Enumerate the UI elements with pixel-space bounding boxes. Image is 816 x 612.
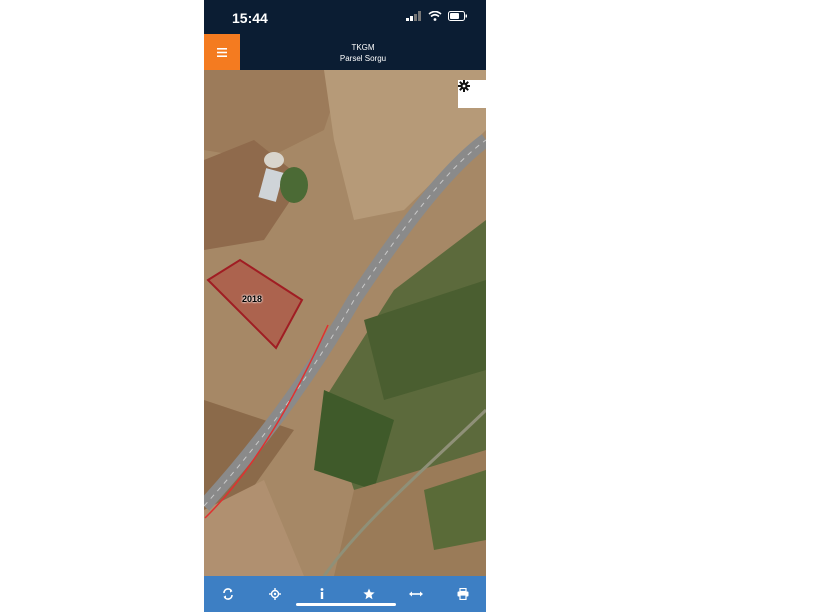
locate-button[interactable]: [263, 582, 287, 606]
app-header: TKGM Parsel Sorgu: [204, 34, 486, 70]
app-title: TKGM: [351, 43, 375, 52]
settings-button[interactable]: [458, 80, 486, 108]
measure-icon: [408, 591, 423, 597]
status-bar: 15:44: [204, 0, 486, 34]
locate-icon: [268, 588, 281, 600]
status-icons: [406, 11, 468, 21]
print-button[interactable]: [451, 582, 475, 606]
gear-icon: [458, 80, 470, 92]
header-titles: TKGM Parsel Sorgu: [240, 34, 486, 70]
signal-icon: [406, 11, 421, 21]
wifi-icon: [428, 11, 442, 21]
app-subtitle: Parsel Sorgu: [339, 54, 387, 63]
battery-icon: [448, 11, 467, 21]
satellite-imagery: [204, 70, 486, 576]
map-view[interactable]: 2018: [204, 70, 486, 576]
hamburger-icon: [217, 47, 227, 57]
bottom-toolbar: [204, 576, 486, 612]
menu-button[interactable]: [204, 34, 240, 70]
home-indicator: [296, 603, 396, 606]
measure-button[interactable]: [404, 582, 428, 606]
parcel-label[interactable]: 2018: [242, 294, 262, 304]
status-time: 15:44: [232, 10, 268, 26]
star-icon: [362, 588, 375, 600]
print-icon: [457, 588, 468, 600]
info-icon: [320, 588, 323, 599]
refresh-button[interactable]: [216, 582, 240, 606]
refresh-icon: [222, 588, 233, 600]
phone-screen: 15:44 TKGM Parsel Sorgu 2018: [204, 0, 486, 612]
